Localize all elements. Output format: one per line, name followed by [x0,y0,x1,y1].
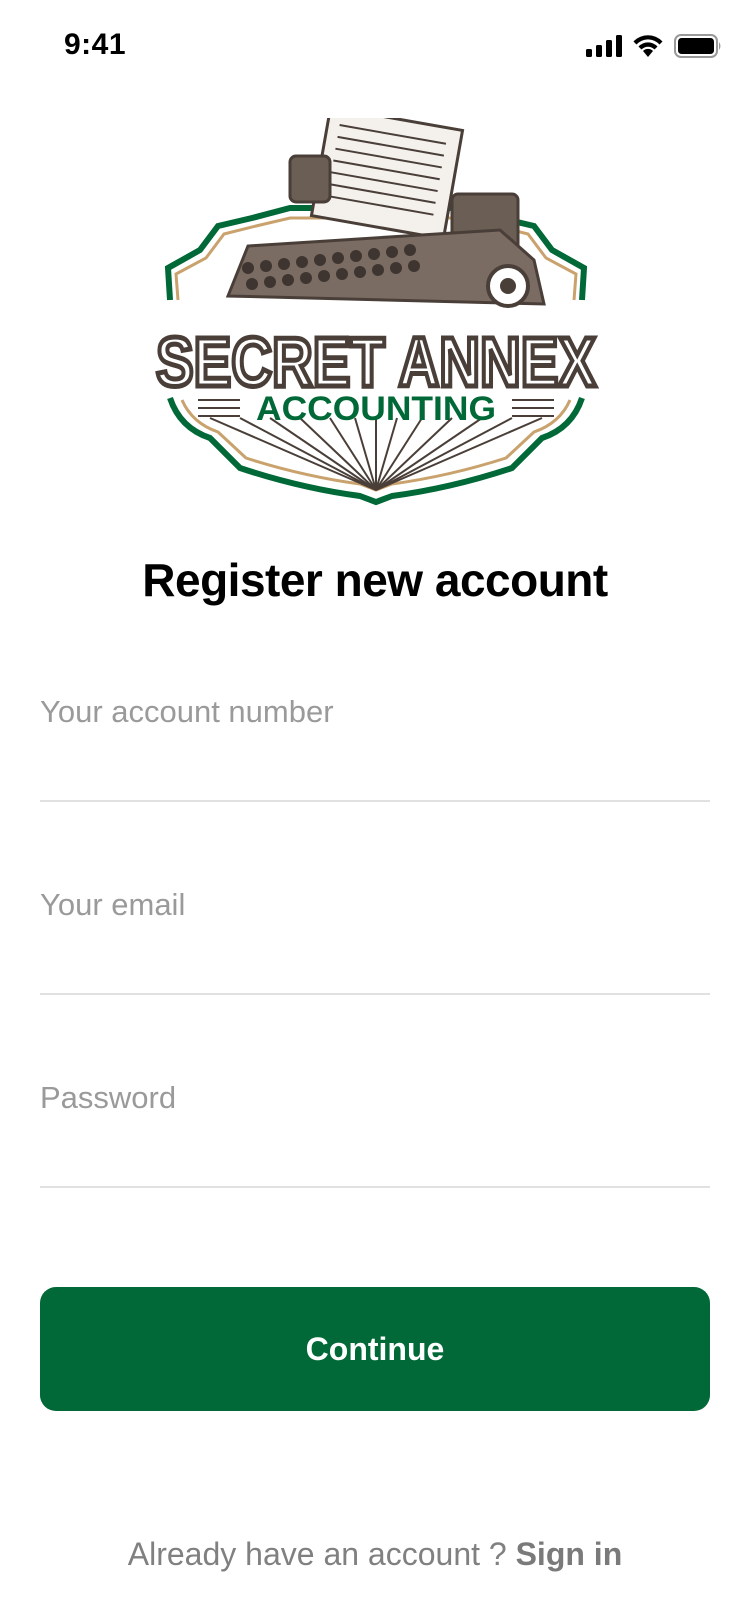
secret-annex-logo: SECRET ANNEX ACCOUNTING [154,118,599,506]
signal-icon [586,35,622,57]
continue-button[interactable]: Continue [40,1287,710,1411]
signin-link[interactable]: Sign in [516,1536,623,1572]
signin-row: Already have an account ? Sign in [0,1536,750,1573]
battery-icon [674,34,721,58]
account-number-input[interactable] [40,682,710,742]
brand-subtitle-text: ACCOUNTING [256,390,496,428]
status-bar: 9:41 [0,0,750,96]
signin-prompt: Already have an account ? [127,1536,516,1572]
email-input[interactable] [40,875,710,935]
status-time: 9:41 [64,28,127,61]
register-screen: 9:41 SECRET ANNEX ACCOUNTING Register ne… [0,0,750,1624]
password-input[interactable] [40,1068,710,1128]
account-number-field [40,682,710,802]
email-field [40,875,710,995]
status-icons [586,34,722,58]
page-title: Register new account [142,554,608,606]
password-field [40,1068,710,1188]
wifi-icon [633,35,663,57]
